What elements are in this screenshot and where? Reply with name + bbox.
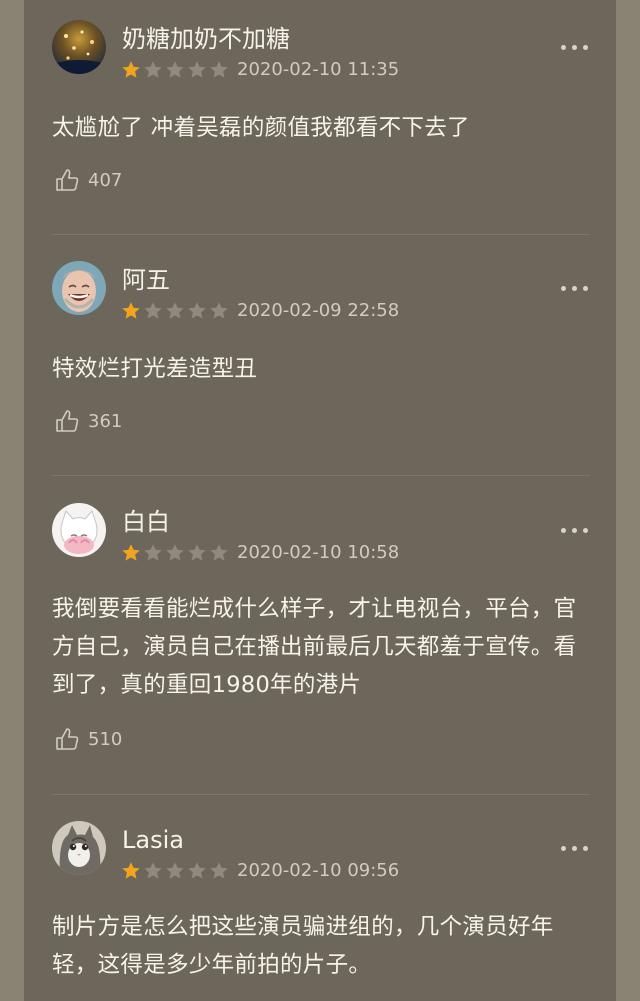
laughing-man-avatar-icon[interactable] — [52, 261, 106, 315]
thumbs-up-icon — [56, 410, 79, 432]
like-button[interactable]: 361 — [54, 407, 122, 435]
like-count: 407 — [88, 169, 123, 191]
night-sky-avatar-icon[interactable] — [52, 20, 106, 74]
star-empty-icon — [210, 61, 228, 78]
username[interactable]: Lasia — [122, 825, 184, 855]
more-options-icon[interactable] — [561, 526, 589, 534]
comment-text: 太尴尬了 冲着吴磊的颜值我都看不下去了 — [52, 115, 470, 141]
like-count: 510 — [88, 728, 123, 750]
username[interactable]: 阿五 — [122, 265, 170, 295]
star-empty-icon — [144, 302, 162, 319]
comment-date: 2020-02-09 22:58 — [237, 300, 400, 321]
comment-text: 制片方是怎么把这些演员骗进组的，几个演员好年轻，这得是多少年前拍的片子。 — [52, 914, 554, 978]
username[interactable]: 奶糖加奶不加糖 — [122, 24, 290, 54]
cartoon-cat-avatar-icon[interactable] — [52, 503, 106, 557]
star-empty-icon — [188, 862, 206, 879]
comment-item: Lasia 2020-02-10 09:56 制片方是怎么把这些演员骗进组的，几… — [24, 800, 616, 1001]
divider — [52, 475, 590, 476]
comment-date: 2020-02-10 10:58 — [237, 542, 400, 563]
star-empty-icon — [210, 302, 228, 319]
star-empty-icon — [210, 544, 228, 561]
comment-date: 2020-02-10 09:56 — [237, 860, 400, 881]
right-margin — [616, 0, 640, 1001]
star-empty-icon — [144, 544, 162, 561]
star-empty-icon — [188, 61, 206, 78]
star-filled-icon — [122, 302, 140, 319]
like-button[interactable]: 407 — [54, 166, 122, 194]
star-filled-icon — [122, 544, 140, 561]
more-options-icon[interactable] — [561, 844, 589, 852]
comment-text: 我倒要看看能烂成什么样子，才让电视台，平台，官方自己，演员自己在播出前最后几天都… — [52, 596, 577, 698]
thumbs-up-icon — [56, 728, 79, 750]
star-rating — [121, 543, 229, 563]
star-empty-icon — [166, 862, 184, 879]
divider — [52, 794, 590, 795]
star-rating — [121, 861, 229, 881]
thumbs-up-icon — [56, 169, 79, 191]
star-empty-icon — [144, 862, 162, 879]
star-empty-icon — [210, 862, 228, 879]
comment-item: 白白 2020-02-10 10:58 我倒要看看能烂成什么样子，才让电视台，平… — [24, 482, 616, 796]
comment-item: 阿五 2020-02-09 22:58 特效烂打光差造型丑 361 — [24, 240, 616, 476]
star-empty-icon — [166, 61, 184, 78]
star-filled-icon — [122, 61, 140, 78]
star-rating — [121, 301, 229, 321]
comment-list: 奶糖加奶不加糖 2020-02-10 11:35 太尴尬了 冲着吴磊的颜值我都看… — [24, 0, 616, 1001]
star-empty-icon — [166, 544, 184, 561]
star-empty-icon — [188, 544, 206, 561]
star-empty-icon — [166, 302, 184, 319]
comment-text: 特效烂打光差造型丑 — [52, 356, 258, 382]
username[interactable]: 白白 — [122, 507, 170, 537]
star-rating — [121, 60, 229, 80]
divider — [52, 234, 590, 235]
more-options-icon[interactable] — [561, 284, 589, 292]
left-margin — [0, 0, 24, 1001]
more-options-icon[interactable] — [561, 43, 589, 51]
like-count: 361 — [88, 410, 123, 432]
star-empty-icon — [188, 302, 206, 319]
star-filled-icon — [122, 862, 140, 879]
comment-item: 奶糖加奶不加糖 2020-02-10 11:35 太尴尬了 冲着吴磊的颜值我都看… — [24, 0, 616, 235]
like-button[interactable]: 510 — [54, 725, 122, 753]
comment-date: 2020-02-10 11:35 — [237, 59, 400, 80]
cat-photo-avatar-icon[interactable] — [52, 821, 106, 875]
star-empty-icon — [144, 61, 162, 78]
